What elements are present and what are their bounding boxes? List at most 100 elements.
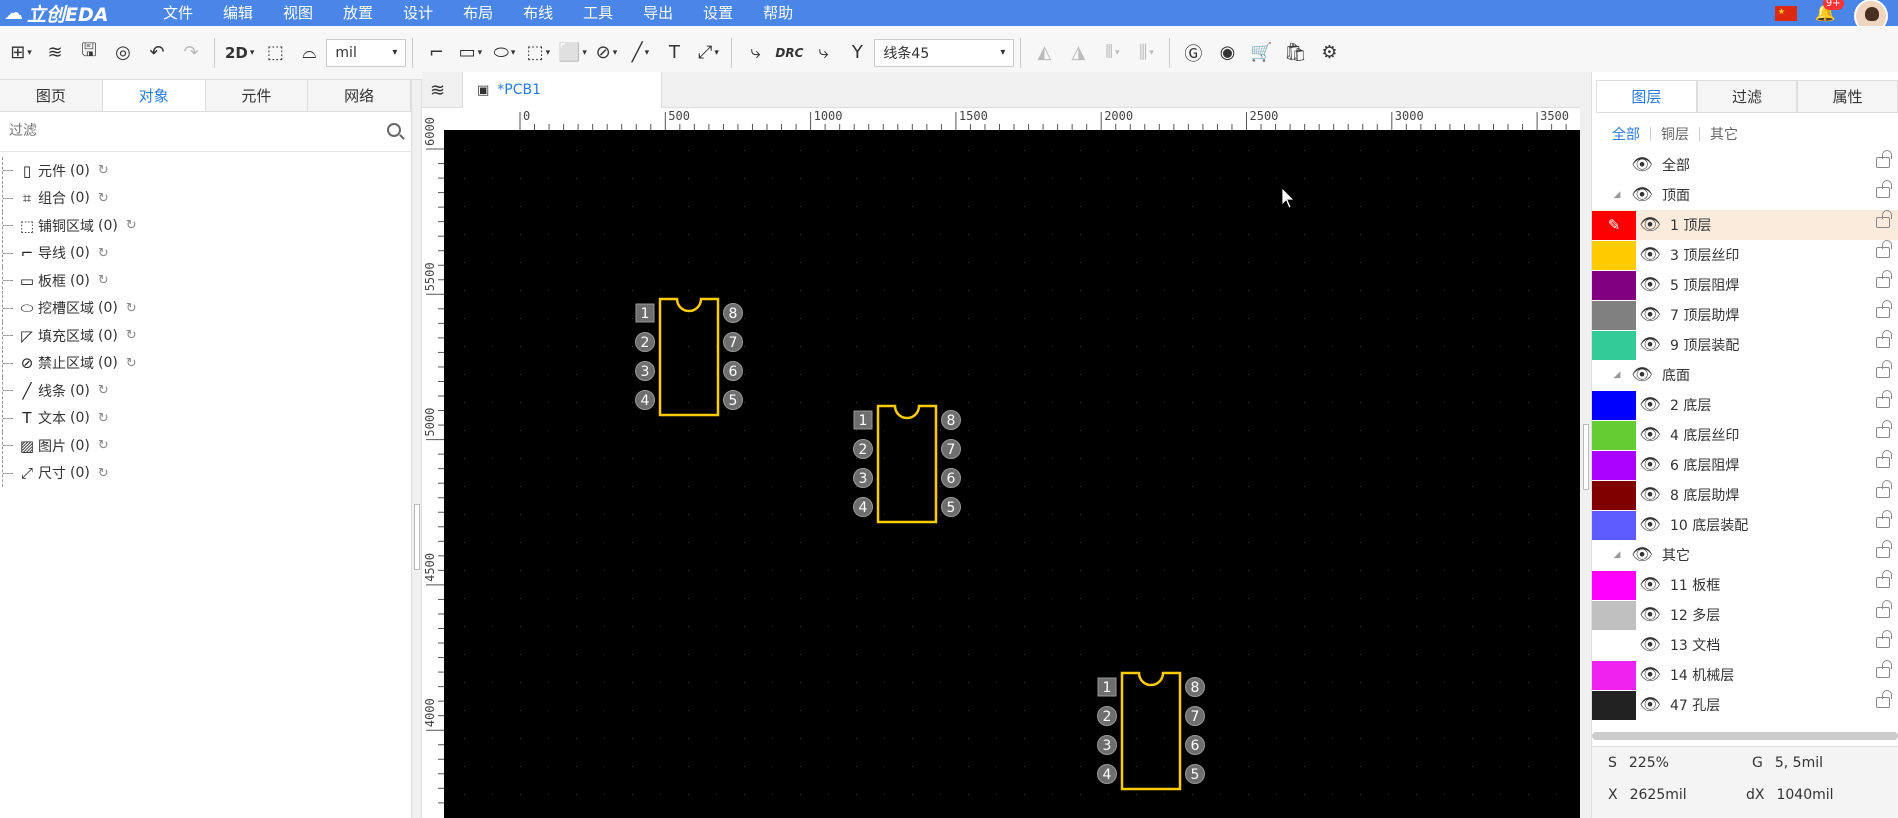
- menu-edit[interactable]: 编辑: [208, 0, 268, 26]
- eye-icon[interactable]: 👁: [1628, 185, 1656, 205]
- eye-icon[interactable]: 👁: [1636, 605, 1664, 625]
- flip-horizontal-icon[interactable]: ◭: [1027, 36, 1061, 70]
- tool-select-icon[interactable]: ⊞ ▾: [4, 36, 38, 70]
- lock-icon[interactable]: [1876, 390, 1892, 408]
- pcb-canvas[interactable]: 0 500 1000 1500 2000 2500 3000 3500 6000 5500 500…: [422, 108, 1580, 818]
- refresh-icon[interactable]: ↻: [98, 438, 109, 453]
- eye-icon[interactable]: 👁: [1636, 245, 1664, 265]
- text-tool-icon[interactable]: T: [657, 36, 691, 70]
- tree-item[interactable]: ⌗ 组合 (0) ↻: [0, 184, 411, 213]
- line-tool-icon[interactable]: ╱ ▾: [623, 36, 657, 70]
- refresh-icon[interactable]: ↻: [126, 218, 137, 233]
- refresh-icon[interactable]: ↻: [98, 163, 109, 178]
- drc-button[interactable]: DRC: [772, 36, 806, 70]
- collapse-handle[interactable]: [1583, 424, 1589, 490]
- right-splitter[interactable]: [1580, 72, 1592, 818]
- layer-color-swatch[interactable]: [1592, 240, 1636, 270]
- board-outline-tool-icon[interactable]: ▭ ▾: [453, 36, 487, 70]
- layer-item[interactable]: 👁 11 板框: [1592, 570, 1898, 600]
- fill-region-tool-icon[interactable]: ⬜ ▾: [555, 36, 589, 70]
- refresh-icon[interactable]: ↻: [126, 301, 137, 316]
- layer-item[interactable]: ✎ 👁 1 顶层: [1592, 210, 1898, 240]
- tree-item[interactable]: ╱ 线条 (0) ↻: [0, 377, 411, 405]
- routing-mode-select[interactable]: 线条45 ▾: [874, 38, 1015, 67]
- zoom-area-icon[interactable]: ⬚: [258, 36, 292, 70]
- eye-icon[interactable]: 👁: [1636, 575, 1664, 595]
- eye-icon[interactable]: 👁: [1636, 275, 1664, 295]
- tree-item[interactable]: ▯ 元件 (0) ↻: [0, 157, 411, 185]
- menu-layout[interactable]: 布局: [448, 0, 508, 26]
- eye-icon[interactable]: 👁: [1636, 215, 1664, 235]
- lock-icon[interactable]: [1876, 180, 1892, 198]
- eye-icon[interactable]: 👁: [1628, 365, 1656, 385]
- brand-logo[interactable]: ☁ 立创EDA: [4, 2, 108, 26]
- layer-group[interactable]: ◢ 👁 底面: [1592, 360, 1898, 390]
- menu-help[interactable]: 帮助: [748, 0, 808, 26]
- eye-icon[interactable]: 👁: [1636, 485, 1664, 505]
- dimension-tool-icon[interactable]: ⤢ ▾: [691, 36, 725, 70]
- tab-properties[interactable]: 属性: [1797, 80, 1898, 112]
- menu-export[interactable]: 导出: [628, 0, 688, 26]
- lock-icon[interactable]: [1876, 330, 1892, 348]
- layer-color-swatch[interactable]: [1592, 690, 1636, 720]
- bell-icon[interactable]: 🔔 9+: [1815, 0, 1844, 23]
- unit-select[interactable]: mil ▾: [326, 38, 407, 67]
- menu-settings[interactable]: 设置: [688, 0, 748, 26]
- gerber-icon[interactable]: Ⓖ: [1176, 36, 1210, 70]
- layer-item[interactable]: 👁 8 底层助焊: [1592, 480, 1898, 510]
- layer-color-swatch[interactable]: [1592, 510, 1636, 540]
- lock-icon[interactable]: [1876, 690, 1892, 708]
- language-flag-icon[interactable]: [1774, 5, 1797, 21]
- layer-item[interactable]: 👁 10 底层装配: [1592, 510, 1898, 540]
- tree-item[interactable]: ⊘ 禁止区域 (0) ↻: [0, 349, 411, 378]
- layer-color-swatch[interactable]: [1592, 660, 1636, 690]
- lock-icon[interactable]: [1876, 240, 1892, 258]
- refresh-icon[interactable]: ↻: [98, 466, 109, 481]
- refresh-icon[interactable]: ↻: [126, 356, 137, 371]
- layer-item[interactable]: 👁 12 多层: [1592, 600, 1898, 630]
- tree-item[interactable]: ⬭ 挖槽区域 (0) ↻: [0, 294, 411, 323]
- eye-icon[interactable]: 👁: [1636, 335, 1664, 355]
- lock-icon[interactable]: [1876, 150, 1892, 168]
- layer-group[interactable]: ◢ 👁 顶面: [1592, 180, 1898, 210]
- eye-icon[interactable]: 👁: [1628, 545, 1656, 565]
- eye-icon[interactable]: 👁: [1636, 305, 1664, 325]
- cart-icon[interactable]: 🛒: [1244, 36, 1278, 70]
- lock-icon[interactable]: [1876, 450, 1892, 468]
- layer-color-swatch[interactable]: [1592, 600, 1636, 630]
- tree-item[interactable]: ⤢ 尺寸 (0) ↻: [0, 459, 411, 488]
- tree-item[interactable]: ▭ 板框 (0) ↻: [0, 267, 411, 295]
- tab-components[interactable]: 元件: [206, 80, 309, 111]
- tab-filter[interactable]: 过滤: [1696, 80, 1798, 112]
- layer-color-swatch[interactable]: [1592, 330, 1636, 360]
- refresh-icon[interactable]: ↻: [98, 383, 109, 398]
- layer-item[interactable]: 👁 47 孔层: [1592, 690, 1898, 720]
- lock-icon[interactable]: [1876, 420, 1892, 438]
- layer-item[interactable]: 👁 5 顶层阻焊: [1592, 270, 1898, 300]
- route-diff-icon[interactable]: ⤷: [806, 36, 840, 70]
- layer-item[interactable]: 👁 13 文档: [1592, 630, 1898, 660]
- menu-design[interactable]: 设计: [388, 0, 448, 26]
- collapse-handle[interactable]: [414, 504, 420, 570]
- subtab-copper[interactable]: 铜层: [1651, 124, 1699, 144]
- lock-icon[interactable]: [1876, 480, 1892, 498]
- route-track-icon[interactable]: ⌐: [419, 36, 453, 70]
- route-split-icon[interactable]: Y: [840, 36, 874, 70]
- eye-icon[interactable]: 👁: [1636, 635, 1664, 655]
- left-splitter[interactable]: [412, 80, 422, 818]
- refresh-icon[interactable]: ↻: [98, 411, 109, 426]
- eye-icon[interactable]: 👁: [1636, 455, 1664, 475]
- menu-place[interactable]: 放置: [328, 0, 388, 26]
- layer-color-swatch[interactable]: [1592, 270, 1636, 300]
- camera-icon[interactable]: ◉: [1210, 36, 1244, 70]
- layer-color-swatch[interactable]: [1592, 300, 1636, 330]
- tree-item[interactable]: T 文本 (0) ↻: [0, 404, 411, 433]
- save-icon[interactable]: 🖫: [72, 36, 106, 70]
- lock-icon[interactable]: [1876, 600, 1892, 618]
- search-icon[interactable]: [387, 123, 401, 137]
- lock-icon[interactable]: [1876, 570, 1892, 588]
- lock-icon[interactable]: [1876, 210, 1892, 228]
- tree-item[interactable]: ⬚ 铺铜区域 (0) ↻: [0, 212, 411, 240]
- layers-icon[interactable]: ≋: [38, 36, 72, 70]
- tab-pcb1[interactable]: ▣ *PCB1: [462, 72, 662, 108]
